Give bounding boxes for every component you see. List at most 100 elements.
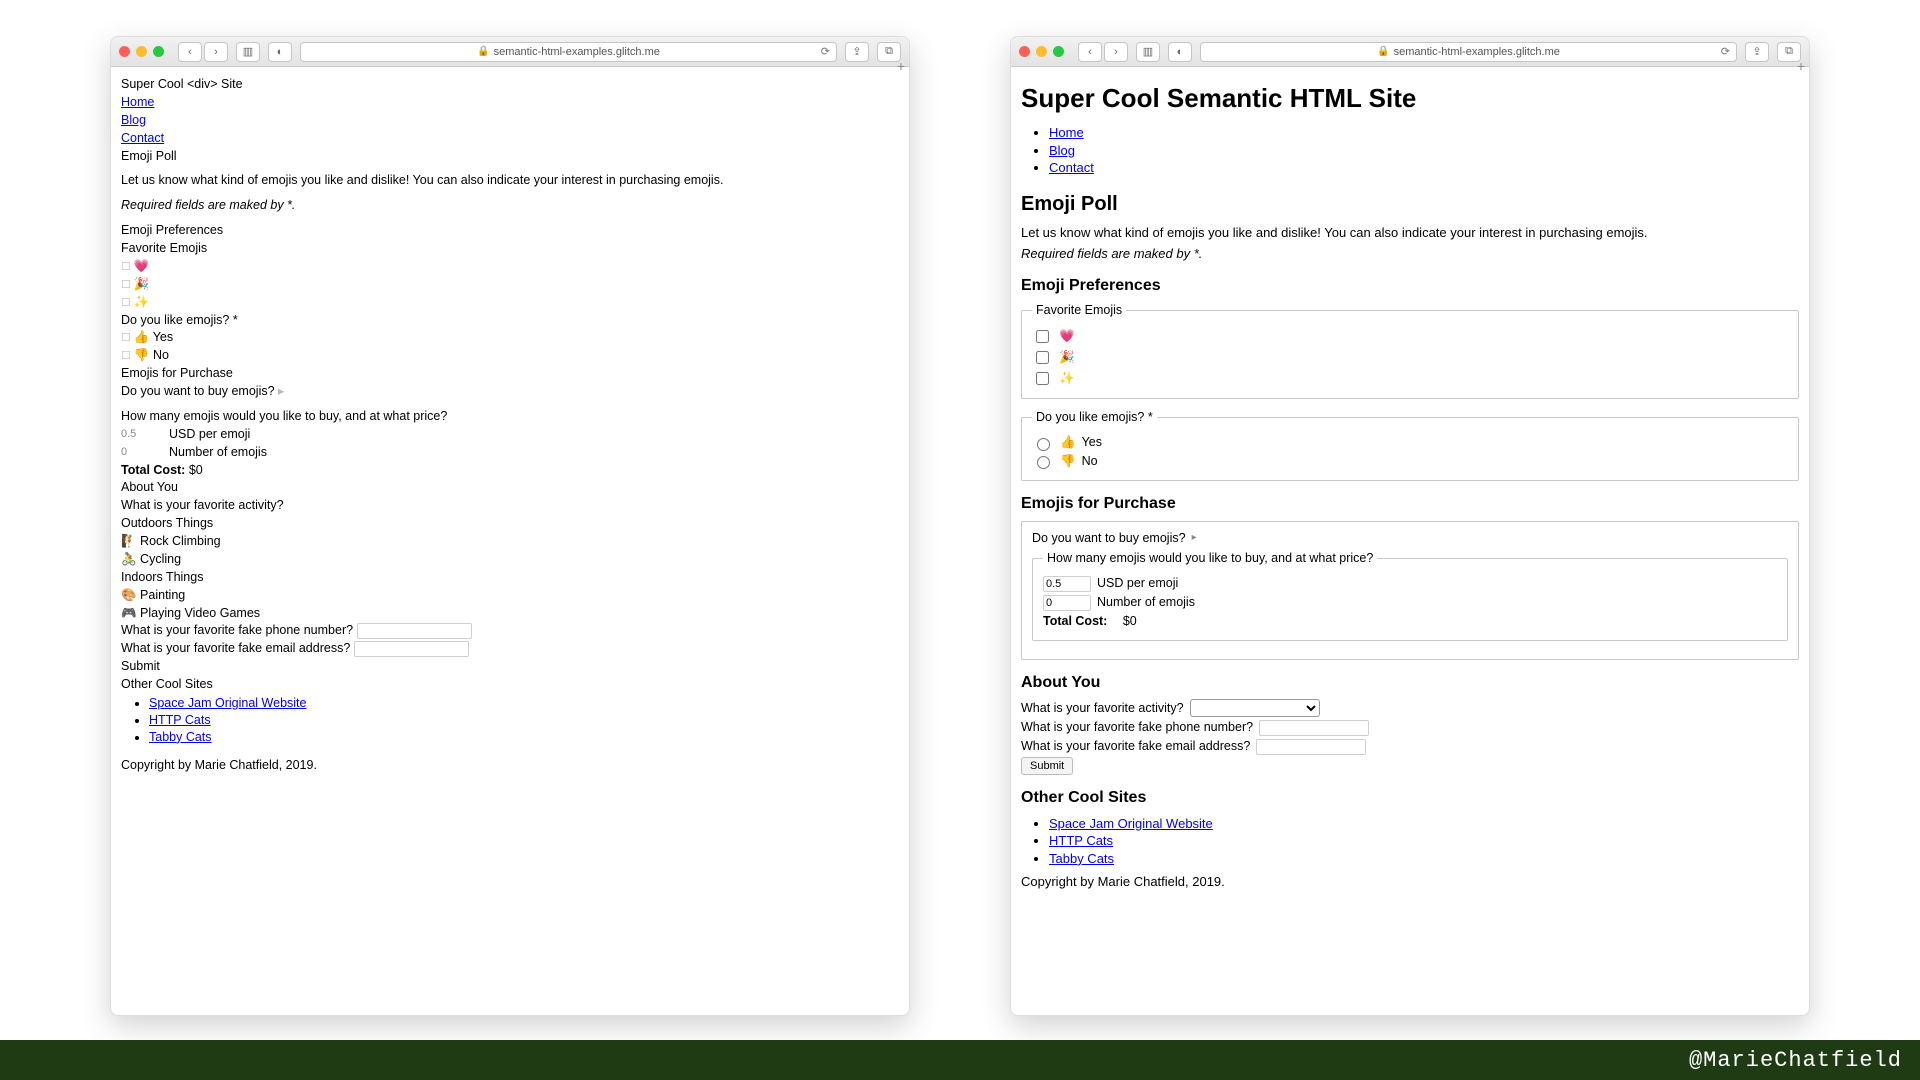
like-yes[interactable] <box>1037 438 1050 451</box>
phone-row: What is your favorite fake phone number? <box>121 622 899 639</box>
link-space-jam[interactable]: Space Jam Original Website <box>149 696 306 710</box>
zoom-window-icon[interactable] <box>153 46 164 57</box>
close-window-icon[interactable] <box>119 46 130 57</box>
emoji-option-sparkle[interactable]: ✨ <box>121 294 899 311</box>
usd-input[interactable] <box>1043 576 1091 592</box>
new-tab-icon[interactable]: + <box>897 58 905 74</box>
zoom-window-icon[interactable] <box>1053 46 1064 57</box>
option-video-games[interactable]: 🎮 Playing Video Games <box>121 605 899 622</box>
page-content-semantic-site: Super Cool Semantic HTML Site Home Blog … <box>1011 67 1809 1015</box>
reader-icon[interactable]: ◐ <box>1168 42 1192 62</box>
purchase-heading: Emojis for Purchase <box>121 365 899 382</box>
page-content-div-site: Super Cool <div> Site Home Blog Contact … <box>111 67 909 1015</box>
link-tabby-cats[interactable]: Tabby Cats <box>149 730 212 744</box>
share-icon[interactable]: ⇪ <box>845 42 869 62</box>
submit-button[interactable]: Submit <box>1021 757 1073 775</box>
number-label: Number of emojis <box>1097 594 1195 611</box>
how-many-fieldset: How many emojis would you like to buy, a… <box>1032 550 1788 641</box>
nav-home[interactable]: Home <box>1049 125 1084 140</box>
activity-select[interactable] <box>1190 699 1320 717</box>
option-cycling[interactable]: 🚴 Cycling <box>121 551 899 568</box>
about-heading: About You <box>1021 672 1799 694</box>
copyright: Copyright by Marie Chatfield, 2019. <box>121 757 899 774</box>
link-http-cats[interactable]: HTTP Cats <box>1049 833 1113 848</box>
reload-icon[interactable]: ⟳ <box>821 45 830 58</box>
emoji-option-party[interactable]: 🎉 <box>121 276 899 293</box>
number-label: Number of emojis <box>169 444 267 461</box>
browser-chrome: ‹ › ▥ ◐ 🔒 semantic-html-examples.glitch.… <box>1011 37 1809 67</box>
how-many-legend: How many emojis would you like to buy, a… <box>1043 550 1377 567</box>
link-tabby-cats[interactable]: Tabby Cats <box>1049 851 1114 866</box>
browser-window-semantic-site: ‹ › ▥ ◐ 🔒 semantic-html-examples.glitch.… <box>1010 36 1810 1016</box>
site-title: Super Cool <div> Site <box>121 76 899 93</box>
email-row: What is your favorite fake email address… <box>1021 738 1799 755</box>
url-text: semantic-html-examples.glitch.me <box>1394 46 1560 58</box>
like-no[interactable]: 👎 No <box>121 347 899 364</box>
link-space-jam[interactable]: Space Jam Original Website <box>1049 816 1213 831</box>
email-input[interactable] <box>1256 739 1366 755</box>
purchase-heading: Emojis for Purchase <box>1021 493 1799 515</box>
link-http-cats[interactable]: HTTP Cats <box>149 713 211 727</box>
usd-label: USD per emoji <box>1097 575 1178 592</box>
url-text: semantic-html-examples.glitch.me <box>494 46 660 58</box>
share-icon[interactable]: ⇪ <box>1745 42 1769 62</box>
favorite-emojis-fieldset: Favorite Emojis 💗 🎉 ✨ <box>1021 302 1799 399</box>
email-input[interactable] <box>354 641 469 657</box>
required-note: Required fields are maked by *. <box>121 197 899 214</box>
sidebar-toggle-icon[interactable]: ▥ <box>236 42 260 62</box>
minimize-window-icon[interactable] <box>1036 46 1047 57</box>
purchase-fieldset: Do you want to buy emojis? How many emoj… <box>1021 521 1799 660</box>
new-tab-icon[interactable]: + <box>1797 58 1805 74</box>
prefs-heading: Emoji Preferences <box>121 222 899 239</box>
forward-button[interactable]: › <box>204 42 228 62</box>
phone-row: What is your favorite fake phone number? <box>1021 719 1799 736</box>
how-many-question: How many emojis would you like to buy, a… <box>121 408 899 425</box>
close-window-icon[interactable] <box>1019 46 1030 57</box>
buy-question[interactable]: Do you want to buy emojis? <box>1032 530 1788 547</box>
outdoors-heading: Outdoors Things <box>121 515 899 532</box>
favorite-emojis-label: Favorite Emojis <box>121 240 899 257</box>
nav-contact[interactable]: Contact <box>1049 160 1094 175</box>
email-row: What is your favorite fake email address… <box>121 640 899 657</box>
back-button[interactable]: ‹ <box>178 42 202 62</box>
usd-value[interactable]: 0.5 <box>121 427 161 442</box>
nav-contact[interactable]: Contact <box>121 131 164 145</box>
address-bar[interactable]: 🔒 semantic-html-examples.glitch.me ⟳ <box>1200 42 1737 62</box>
back-button[interactable]: ‹ <box>1078 42 1102 62</box>
activity-question: What is your favorite activity? <box>121 497 899 514</box>
sidebar-toggle-icon[interactable]: ▥ <box>1136 42 1160 62</box>
window-controls <box>1019 46 1064 57</box>
submit-label[interactable]: Submit <box>121 658 899 675</box>
number-value[interactable]: 0 <box>121 445 161 460</box>
nav-blog[interactable]: Blog <box>1049 143 1075 158</box>
number-input[interactable] <box>1043 595 1091 611</box>
window-controls <box>119 46 164 57</box>
minimize-window-icon[interactable] <box>136 46 147 57</box>
like-emojis-question: Do you like emojis? * <box>121 312 899 329</box>
reader-icon[interactable]: ◐ <box>268 42 292 62</box>
total-cost: Total Cost: $0 <box>1043 613 1777 630</box>
about-heading: About You <box>121 479 899 496</box>
reload-icon[interactable]: ⟳ <box>1721 45 1730 58</box>
emoji-option-sparkle[interactable] <box>1036 372 1049 385</box>
emoji-option-party[interactable] <box>1036 351 1049 364</box>
phone-input[interactable] <box>1259 720 1369 736</box>
option-painting[interactable]: 🎨 Painting <box>121 587 899 604</box>
emoji-option-heart[interactable] <box>1036 330 1049 343</box>
like-no[interactable] <box>1037 456 1050 469</box>
total-cost: Total Cost: $0 <box>121 462 899 479</box>
intro-text: Let us know what kind of emojis you like… <box>121 172 899 189</box>
indoors-heading: Indoors Things <box>121 569 899 586</box>
option-rock-climbing[interactable]: 🧗 Rock Climbing <box>121 533 899 550</box>
prefs-heading: Emoji Preferences <box>1021 275 1799 297</box>
emoji-option-heart[interactable]: 💗 <box>121 258 899 275</box>
browser-window-div-site: ‹ › ▥ ◐ 🔒 semantic-html-examples.glitch.… <box>110 36 910 1016</box>
author-handle: @MarieChatfield <box>1689 1048 1902 1073</box>
nav-home[interactable]: Home <box>121 95 154 109</box>
like-yes[interactable]: 👍 Yes <box>121 329 899 346</box>
forward-button[interactable]: › <box>1104 42 1128 62</box>
address-bar[interactable]: 🔒 semantic-html-examples.glitch.me ⟳ <box>300 42 837 62</box>
phone-input[interactable] <box>357 623 472 639</box>
favorite-emojis-legend: Favorite Emojis <box>1032 302 1126 319</box>
nav-blog[interactable]: Blog <box>121 113 146 127</box>
